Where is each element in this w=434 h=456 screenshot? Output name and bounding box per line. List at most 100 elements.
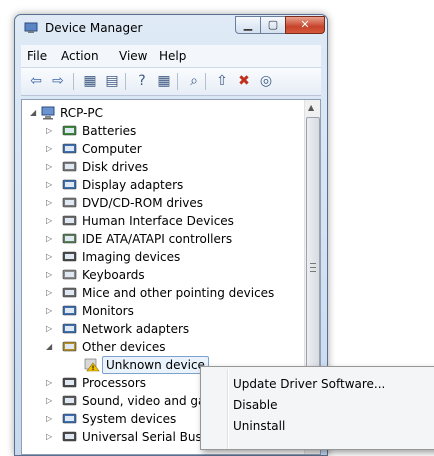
expand-icon[interactable]: ▷ xyxy=(46,217,53,225)
tree-item-label: Computer xyxy=(82,142,142,156)
tree-item-label: Unknown device xyxy=(102,356,209,374)
tree-item[interactable]: ▷ Computer xyxy=(22,140,312,158)
tree-item-label: Other devices xyxy=(82,340,166,354)
network-adapter-icon xyxy=(62,322,78,336)
tree-item-label: Network adapters xyxy=(82,322,190,336)
tree-item-label: IDE ATA/ATAPI controllers xyxy=(82,232,233,246)
disk-drive-icon xyxy=(62,160,78,174)
tree-item-label: Batteries xyxy=(82,124,137,138)
computer-icon xyxy=(62,142,78,156)
close-icon: ✕ xyxy=(300,18,310,31)
collapse-icon[interactable]: ◢ xyxy=(46,343,53,351)
help-icon[interactable]: ? xyxy=(133,72,151,90)
menu-bar: File Action View Help xyxy=(21,45,321,68)
tree-item-label: RCP-PC xyxy=(60,106,104,120)
tree-item-label: Imaging devices xyxy=(82,250,181,264)
tree-root-rcp-pc[interactable]: ◢ RCP-PC xyxy=(22,104,312,122)
expand-icon[interactable]: ▷ xyxy=(46,181,53,189)
menu-help[interactable]: Help xyxy=(159,49,186,63)
camera-icon xyxy=(62,250,78,264)
mouse-icon xyxy=(62,286,78,300)
tree-item[interactable]: ▷ Batteries xyxy=(22,122,312,140)
expand-icon[interactable]: ▷ xyxy=(46,145,53,153)
usb-icon xyxy=(62,430,78,444)
minimize-icon: ▁ xyxy=(243,18,253,31)
menu-file[interactable]: File xyxy=(27,49,47,63)
expand-icon[interactable]: ▷ xyxy=(46,433,53,441)
title-bar[interactable]: Device Manager ▁ ▢ ✕ xyxy=(15,15,327,43)
processor-icon xyxy=(62,376,78,390)
context-menu: Update Driver Software... Disable Uninstal… xyxy=(200,366,434,450)
tree-item[interactable]: ◢ Other devices xyxy=(22,338,312,356)
tree-item-label: Keyboards xyxy=(82,268,145,282)
speaker-icon xyxy=(62,394,78,408)
toolbar: ⇦ ⇨ ▦ ▤? ▦ ⌕ ⇧ ✖ ◎ xyxy=(21,68,321,96)
unknown-device-warning-icon xyxy=(84,358,100,372)
tree-item-label: Display adapters xyxy=(82,178,184,192)
tree-item-label: DVD/CD-ROM drives xyxy=(82,196,204,210)
maximize-button[interactable]: ▢ xyxy=(260,16,286,34)
dvd-drive-icon xyxy=(62,196,78,210)
expand-icon[interactable]: ▷ xyxy=(46,271,53,279)
tree-item-label: Universal Serial Bus c xyxy=(82,430,213,444)
expand-icon[interactable]: ▷ xyxy=(46,379,53,387)
back-icon[interactable]: ⇦ xyxy=(27,72,45,90)
uninstall-menu-item[interactable]: Uninstall xyxy=(233,419,285,433)
tree-item-label: System devices xyxy=(82,412,177,426)
other-devices-icon xyxy=(62,340,78,354)
menu-action[interactable]: Action xyxy=(61,49,99,63)
scan-hardware-icon[interactable]: ⌕ xyxy=(185,72,203,90)
tree-item[interactable]: ▷ DVD/CD-ROM drives xyxy=(22,194,312,212)
keyboard-icon xyxy=(62,268,78,282)
disable-menu-item[interactable]: Disable xyxy=(233,398,278,412)
toolbar-separator xyxy=(125,73,126,90)
tree-item-label: Sound, video and ga xyxy=(82,394,206,408)
tree-item[interactable]: ▷ Keyboards xyxy=(22,266,312,284)
tree-item-label: Monitors xyxy=(82,304,134,318)
expand-icon[interactable]: ▷ xyxy=(46,289,53,297)
battery-icon xyxy=(62,124,78,138)
expand-icon[interactable]: ▷ xyxy=(46,307,53,315)
expand-icon[interactable]: ▷ xyxy=(46,199,53,207)
expand-icon[interactable]: ▷ xyxy=(46,325,53,333)
toolbar-separator xyxy=(205,73,206,90)
display-adapter-icon xyxy=(62,178,78,192)
action-pane-icon[interactable]: ▦ xyxy=(155,72,173,90)
properties-icon[interactable]: ▤ xyxy=(103,72,121,90)
tree-item[interactable]: ▷ Imaging devices xyxy=(22,248,312,266)
hid-icon xyxy=(62,214,78,228)
expand-icon[interactable]: ▷ xyxy=(46,127,53,135)
update-driver-software-menu-item[interactable]: Update Driver Software... xyxy=(233,377,385,391)
computer-root-icon xyxy=(40,106,56,120)
uninstall-icon[interactable]: ✖ xyxy=(235,72,253,90)
close-button[interactable]: ✕ xyxy=(285,16,325,34)
window-title: Device Manager xyxy=(45,21,143,35)
context-menu-gutter xyxy=(227,369,229,449)
monitor-icon xyxy=(62,304,78,318)
minimize-button[interactable]: ▁ xyxy=(235,16,261,34)
expand-icon[interactable]: ▷ xyxy=(46,397,53,405)
tree-item[interactable]: ▷ Display adapters xyxy=(22,176,312,194)
system-device-icon xyxy=(62,412,78,426)
collapse-icon[interactable]: ◢ xyxy=(30,109,37,117)
ide-controller-icon xyxy=(62,232,78,246)
expand-icon[interactable]: ▷ xyxy=(46,235,53,243)
tree-item[interactable]: ▷ Human Interface Devices xyxy=(22,212,312,230)
forward-icon[interactable]: ⇨ xyxy=(49,72,67,90)
expand-icon[interactable]: ▷ xyxy=(46,253,53,261)
menu-view[interactable]: View xyxy=(119,49,147,63)
tree-item[interactable]: ▷ Disk drives xyxy=(22,158,312,176)
tree-item[interactable]: ▷ IDE ATA/ATAPI controllers xyxy=(22,230,312,248)
tree-item-label: Human Interface Devices xyxy=(82,214,234,228)
tree-item[interactable]: ▷ Monitors xyxy=(22,302,312,320)
expand-icon[interactable]: ▷ xyxy=(46,415,53,423)
maximize-icon: ▢ xyxy=(267,18,279,31)
tree-item[interactable]: ▷ Mice and other pointing devices xyxy=(22,284,312,302)
device-manager-icon xyxy=(24,22,38,33)
expand-icon[interactable]: ▷ xyxy=(46,163,53,171)
tree-item[interactable]: ▷ Network adapters xyxy=(22,320,312,338)
update-driver-icon[interactable]: ⇧ xyxy=(213,72,231,90)
tree-item-label: Processors xyxy=(82,376,147,390)
console-tree-icon[interactable]: ▦ xyxy=(81,72,99,90)
disable-icon[interactable]: ◎ xyxy=(257,72,275,90)
